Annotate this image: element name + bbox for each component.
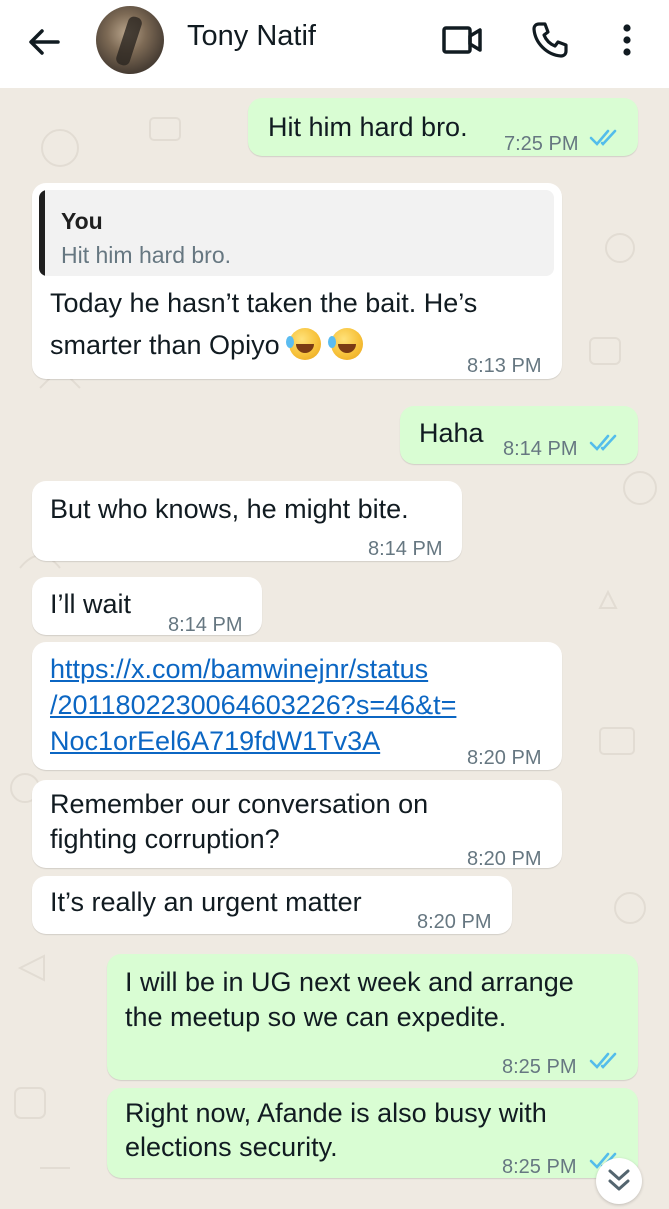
read-receipt-icon [589, 1052, 617, 1069]
read-receipt-icon [589, 434, 617, 451]
message-time: 8:20 PM [467, 848, 542, 870]
back-button[interactable] [24, 22, 64, 62]
video-camera-icon [442, 26, 482, 54]
message-time: 8:25 PM [502, 1056, 577, 1078]
more-vertical-icon [623, 24, 631, 56]
message-text-line: smarter than Opiyo [50, 328, 363, 363]
message-link-line[interactable]: /2011802230064603226?s=46&t= [50, 688, 456, 723]
quote-author: You [61, 208, 103, 234]
message-time: 8:14 PM [168, 614, 243, 636]
more-options-button[interactable] [612, 20, 642, 60]
message-time: 8:14 PM [368, 538, 443, 560]
message-text: I’ll wait [50, 589, 132, 619]
rolling-on-floor-laughing-emoji-icon [327, 328, 363, 360]
message-list[interactable]: Hit him hard bro. 7:25 PM You Hit him ha… [0, 88, 669, 1200]
video-call-button[interactable] [441, 20, 483, 60]
message-link-line[interactable]: https://x.com/bamwinejnr/status [50, 652, 428, 687]
message-text-line: elections security. [125, 1132, 338, 1162]
quote-text: Hit him hard bro. [61, 242, 232, 268]
message-text-line: Remember our conversation on [50, 789, 429, 819]
message-text-line: Right now, Afande is also busy with [125, 1098, 547, 1128]
outgoing-message[interactable]: Hit him hard bro. 7:25 PM [248, 98, 638, 156]
message-time: 7:25 PM [504, 133, 579, 155]
quoted-message[interactable]: You Hit him hard bro. [39, 190, 554, 276]
message-text: Haha [419, 418, 484, 448]
message-text-line: I will be in UG next week and arrange [125, 967, 574, 997]
phone-icon [532, 22, 568, 58]
voice-call-button[interactable] [530, 20, 570, 60]
incoming-message[interactable]: But who knows, he might bite. 8:14 PM [32, 481, 462, 561]
contact-avatar[interactable] [96, 6, 164, 74]
double-chevron-down-icon [608, 1169, 630, 1191]
message-time: 8:25 PM [502, 1156, 577, 1178]
incoming-link-message[interactable]: https://x.com/bamwinejnr/status /2011802… [32, 642, 562, 770]
message-text-line: Today he hasn’t taken the bait. He’s [50, 288, 478, 318]
scroll-to-bottom-button[interactable] [596, 1158, 642, 1204]
message-time: 8:14 PM [503, 438, 578, 460]
incoming-reply-message[interactable]: You Hit him hard bro. Today he hasn’t ta… [32, 183, 562, 379]
arrow-left-icon [29, 29, 60, 55]
rolling-on-floor-laughing-emoji-icon [286, 328, 322, 360]
outgoing-message[interactable]: I will be in UG next week and arrange th… [107, 954, 638, 1080]
message-time: 8:13 PM [467, 355, 542, 377]
outgoing-message[interactable]: Haha 8:14 PM [400, 406, 638, 464]
incoming-message[interactable]: It’s really an urgent matter 8:20 PM [32, 876, 512, 934]
message-text: It’s really an urgent matter [50, 887, 362, 917]
message-text-line: fighting corruption? [50, 824, 280, 854]
outgoing-message[interactable]: Right now, Afande is also busy with elec… [107, 1088, 638, 1178]
chat-header: Tony Natif [0, 0, 669, 88]
incoming-message[interactable]: Remember our conversation on fighting co… [32, 780, 562, 870]
message-text-line: the meetup so we can expedite. [125, 1002, 507, 1032]
incoming-message[interactable]: I’ll wait 8:14 PM [32, 577, 262, 636]
message-text: But who knows, he might bite. [50, 494, 409, 524]
message-text: Hit him hard bro. [268, 112, 468, 142]
message-text-line-content: smarter than Opiyo [50, 330, 280, 360]
contact-name[interactable]: Tony Natif [187, 20, 316, 53]
read-receipt-icon [589, 129, 617, 146]
message-time: 8:20 PM [467, 747, 542, 769]
quote-bar [39, 190, 45, 276]
message-time: 8:20 PM [417, 911, 492, 933]
message-link-line[interactable]: Noc1orEel6A719fdW1Tv3A [50, 724, 380, 759]
